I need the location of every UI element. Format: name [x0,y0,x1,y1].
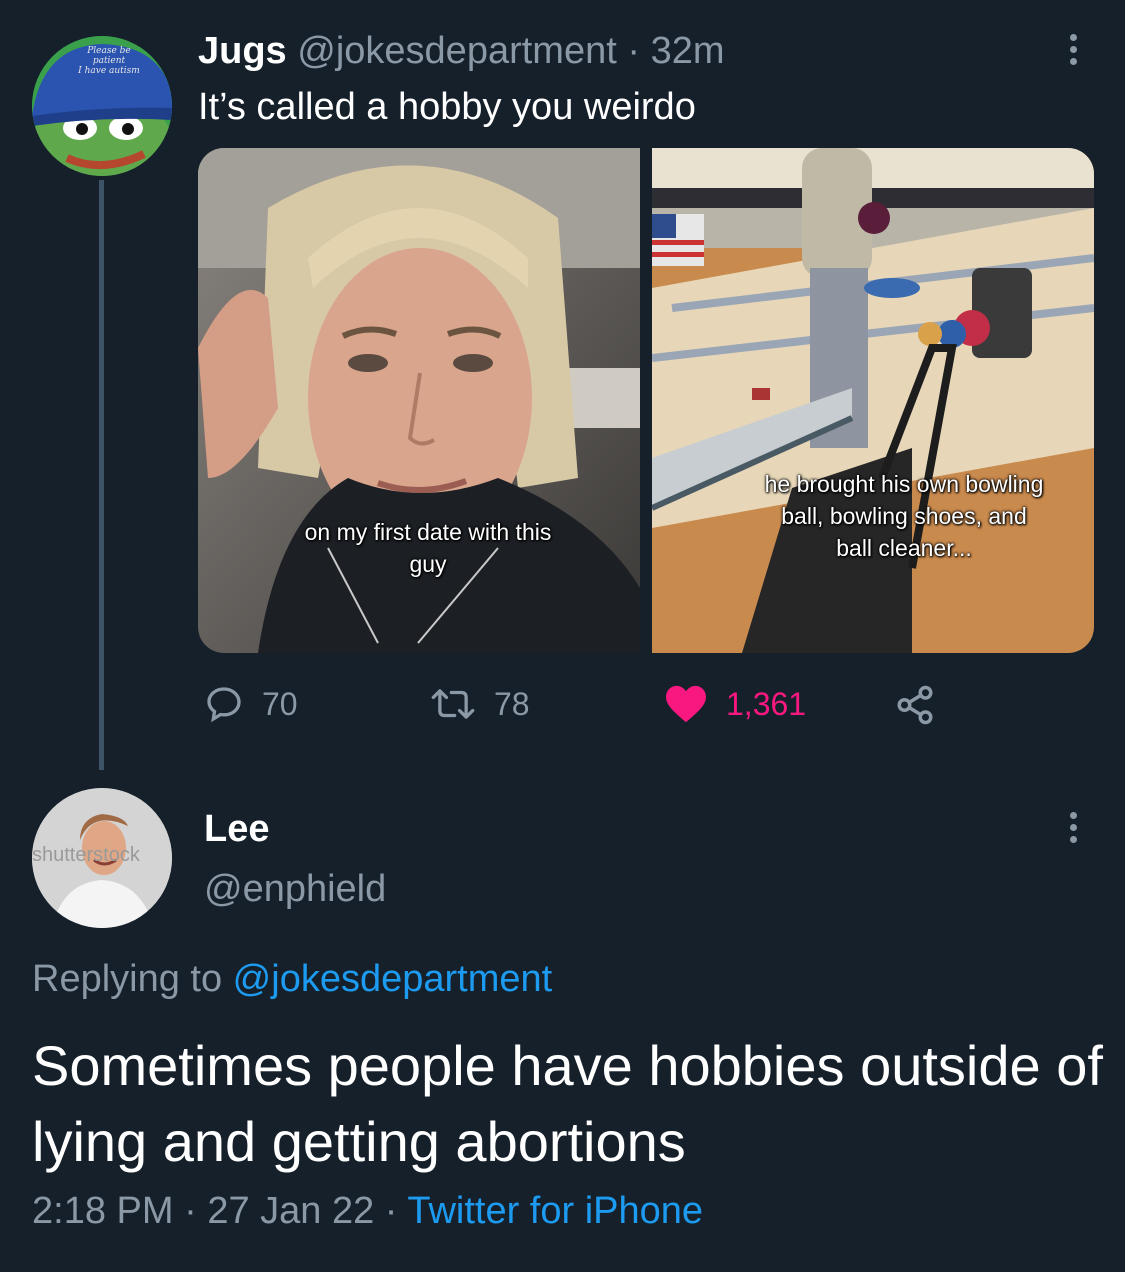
avatar-watermark: shutterstock [32,844,140,866]
avatar-lee[interactable]: shutterstock [32,788,172,928]
tweet-action-bar: 70 78 1,361 [0,684,1125,728]
hat-text-line: Please be [87,46,131,56]
like-count: 1,361 [726,685,807,722]
more-vertical-icon[interactable] [1067,812,1079,852]
share-action[interactable] [894,684,954,726]
tweet-media-grid[interactable]: on my first date with this guy he brough… [198,148,1094,653]
reply-meta: 2:18 PM · 27 Jan 22 · Twitter for iPhone [32,1190,703,1233]
author-handle[interactable]: @jokesdepartment [297,30,617,72]
retweet-action[interactable]: 78 [430,684,530,724]
hat-text-line: I have autism [78,66,140,76]
media-photo-selfie[interactable]: on my first date with this guy [198,148,640,653]
reply-count: 70 [262,685,298,722]
retweet-icon [431,689,475,719]
tweet-time-ago[interactable]: 32m [651,30,725,72]
thread-connector-line [99,180,104,770]
replying-mention-link[interactable]: @jokesdepartment [233,958,553,1000]
caption-line: ball, bowling shoes, and [781,503,1027,529]
meta-separator: · [173,1190,208,1232]
bowling-caption: he brought his own bowling ball, bowling… [744,468,1064,564]
reply-text: Sometimes people have hobbies outside of… [32,1034,1103,1173]
avatar-jugs[interactable]: Please be patient I have autism [32,36,172,176]
author-name[interactable]: Jugs [198,30,287,72]
media-photo-bowling[interactable]: he brought his own bowling ball, bowling… [652,148,1094,653]
caption-line: guy [409,551,447,577]
tweet-header: Jugs @jokesdepartment · 32m [198,30,724,73]
reply-author-name[interactable]: Lee [204,808,269,851]
retweet-count: 78 [494,685,530,722]
caption-line: ball cleaner... [836,535,972,561]
reply-date[interactable]: 27 Jan 22 [207,1190,374,1232]
replying-prefix: Replying to [32,958,233,1000]
reply-action[interactable]: 70 [204,684,298,724]
selfie-caption: on my first date with this guy [288,516,568,580]
reply-time[interactable]: 2:18 PM [32,1190,174,1232]
tweet-text: It’s called a hobby you weirdo [198,86,696,128]
heart-icon [666,685,706,723]
reply-source-link[interactable]: Twitter for iPhone [407,1190,703,1232]
caption-line: on my first date with this [304,519,552,545]
caption-line: he brought his own bowling [764,471,1044,497]
more-vertical-icon[interactable] [1067,34,1079,74]
share-icon [897,685,933,725]
hat-text-line: patient [92,56,126,66]
meta-separator: · [374,1190,408,1232]
bowling-alley-image [652,148,1094,653]
header-separator: · [616,30,651,72]
replying-to-line: Replying to @jokesdepartment [32,958,552,1001]
like-action[interactable]: 1,361 [664,684,806,724]
comment-icon [207,687,241,723]
reply-author-handle[interactable]: @enphield [204,868,386,911]
